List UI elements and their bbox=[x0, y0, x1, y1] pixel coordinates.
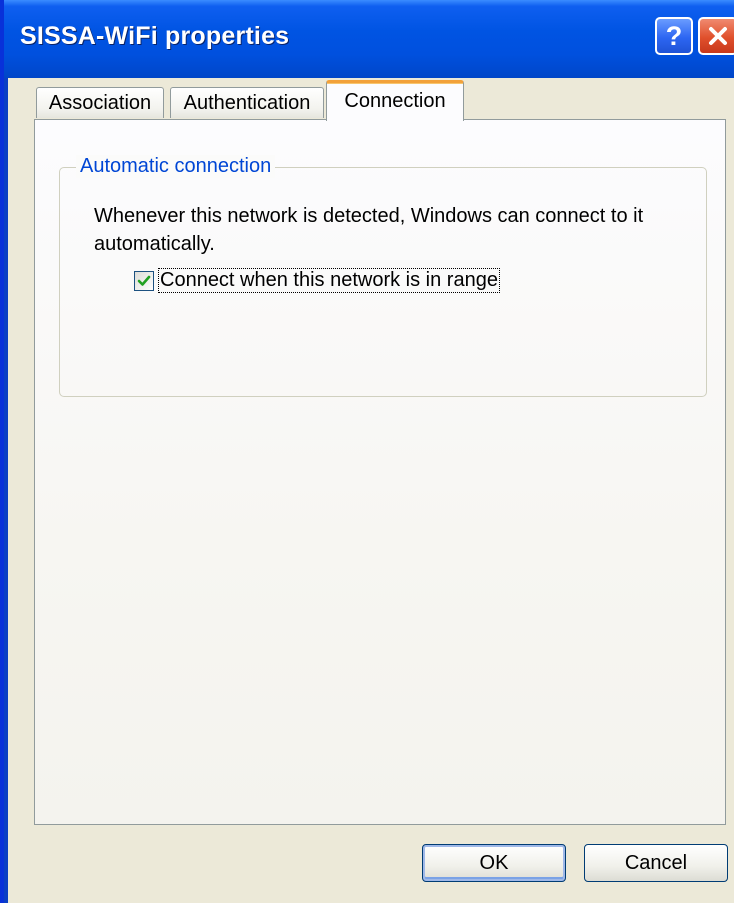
help-button[interactable]: ? bbox=[655, 17, 693, 55]
automatic-connection-group: Automatic connection Whenever this netwo… bbox=[59, 155, 707, 397]
ok-button[interactable]: OK bbox=[422, 844, 566, 882]
tab-connection[interactable]: Connection bbox=[326, 80, 464, 121]
tab-association-label: Association bbox=[48, 91, 152, 114]
checkmark-icon bbox=[137, 275, 151, 286]
connect-in-range-checkbox[interactable] bbox=[134, 270, 154, 291]
tab-panel-connection: Automatic connection Whenever this netwo… bbox=[34, 119, 726, 825]
title-bar[interactable]: SISSA-WiFi properties ? bbox=[4, 0, 734, 78]
tab-connection-label: Connection bbox=[344, 90, 446, 112]
connect-in-range-label[interactable]: Connect when this network is in range bbox=[158, 268, 500, 293]
tab-authentication[interactable]: Authentication bbox=[170, 87, 324, 118]
tab-association[interactable]: Association bbox=[36, 87, 164, 118]
dialog-window: SISSA-WiFi properties ? Association Auth… bbox=[0, 0, 734, 903]
tab-authentication-label: Authentication bbox=[183, 91, 311, 114]
connect-in-range-row[interactable]: Connect when this network is in range bbox=[134, 268, 500, 293]
window-title: SISSA-WiFi properties bbox=[20, 22, 290, 50]
cancel-button[interactable]: Cancel bbox=[584, 844, 728, 882]
group-title: Automatic connection bbox=[76, 155, 276, 178]
question-mark-icon: ? bbox=[665, 20, 683, 51]
close-x-icon bbox=[709, 27, 727, 45]
dialog-client-area: Association Authentication Connection Au… bbox=[8, 78, 734, 903]
group-description: Whenever this network is detected, Windo… bbox=[94, 205, 644, 255]
close-button[interactable] bbox=[698, 17, 734, 55]
